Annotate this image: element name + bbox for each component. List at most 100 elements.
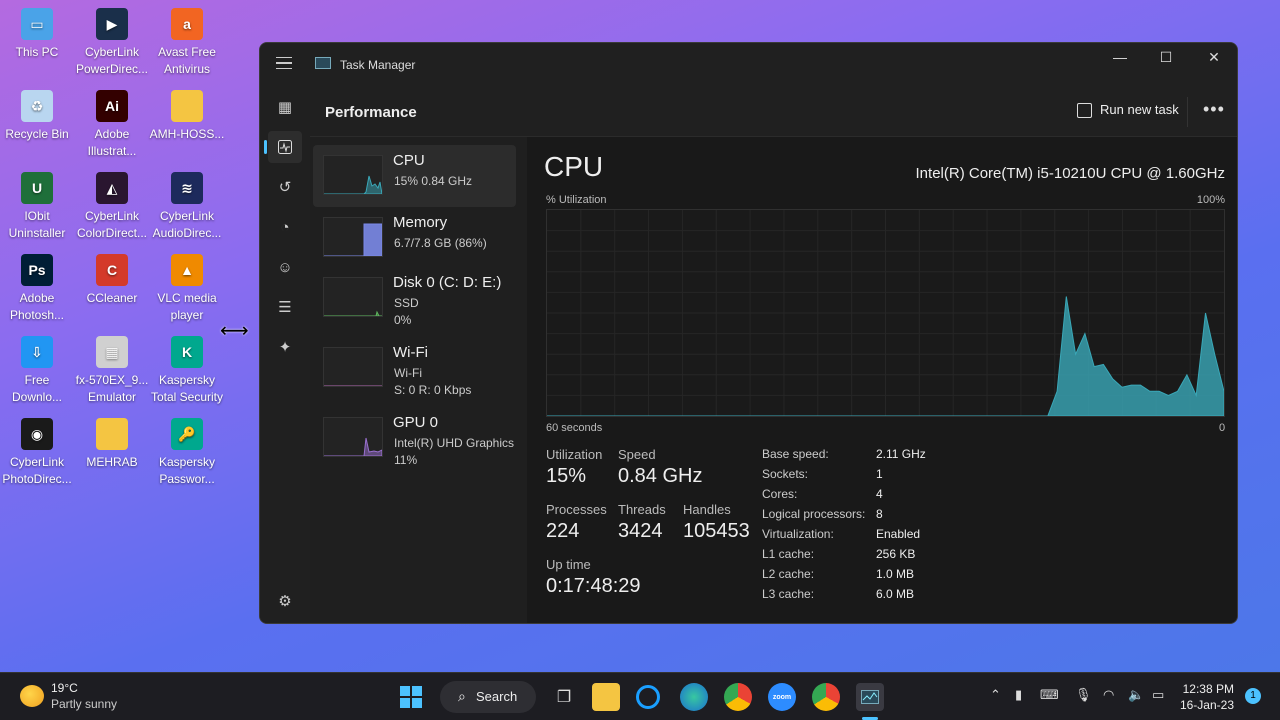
microphone-icon[interactable]: 🎙 xyxy=(1075,687,1092,703)
threads-label: Threads xyxy=(618,502,666,517)
processes-value: 224 xyxy=(546,520,580,542)
desktop-icon-label: CyberLink AudioDirec... xyxy=(152,209,222,240)
weather-temp[interactable]: 19°C xyxy=(51,681,78,695)
cortana-icon[interactable] xyxy=(636,685,660,709)
weather-icon[interactable] xyxy=(20,685,44,707)
device-item-gpu[interactable]: GPU 0 Intel(R) UHD Graphics 11% xyxy=(313,407,516,469)
file-explorer-icon[interactable] xyxy=(592,683,620,711)
threads-value: 3424 xyxy=(618,520,663,542)
minimize-button[interactable]: — xyxy=(1097,43,1143,73)
task-manager-app-icon xyxy=(315,57,331,69)
cpu-model: Intel(R) Core(TM) i5-10210U CPU @ 1.60GH… xyxy=(915,165,1225,182)
desktop-icon[interactable]: ▭ This PC xyxy=(0,4,76,61)
desktop-icon[interactable]: ◉ CyberLink PhotoDirec... xyxy=(0,414,76,488)
zero-axis-label: 0 xyxy=(1219,422,1226,434)
processes-icon[interactable]: ▦ xyxy=(268,91,302,123)
task-manager-taskbar-icon[interactable] xyxy=(856,683,884,711)
desktop-icon[interactable]: U IObit Uninstaller xyxy=(0,168,76,242)
desktop-icon[interactable]: ▶ CyberLink PowerDirec... xyxy=(73,4,151,78)
hamburger-menu-icon[interactable] xyxy=(276,57,292,69)
users-icon[interactable]: ☺ xyxy=(268,251,302,283)
chrome-icon[interactable] xyxy=(724,683,752,711)
desktop: ▭ This PC ▶ CyberLink PowerDirec... a Avast F… xyxy=(0,0,240,660)
app-icon: Ai xyxy=(96,90,128,122)
close-button[interactable]: ✕ xyxy=(1191,43,1237,73)
spec-value: 2.11 GHz xyxy=(876,447,926,461)
desktop-icon[interactable]: K Kaspersky Total Security xyxy=(148,332,226,406)
device-detail: SSD xyxy=(394,296,419,310)
device-detail-2: 0% xyxy=(394,313,412,327)
settings-icon[interactable]: ⚙ xyxy=(268,585,302,617)
spec-label: L2 cache: xyxy=(762,567,815,581)
desktop-icon[interactable]: Ps Adobe Photosh... xyxy=(0,250,76,324)
spec-label: Logical processors: xyxy=(762,507,866,521)
device-mini-graph xyxy=(323,155,383,195)
device-name: Wi-Fi xyxy=(393,344,428,361)
app-icon: C xyxy=(96,254,128,286)
device-item-memory[interactable]: Memory 6.7/7.8 GB (86%) xyxy=(313,207,516,269)
app-icon: ▲ xyxy=(171,254,203,286)
app-icon: ≋ xyxy=(171,172,203,204)
device-item-cpu[interactable]: CPU 15% 0.84 GHz xyxy=(313,145,516,207)
cpu-chart-svg xyxy=(547,210,1225,417)
app-icon xyxy=(171,90,203,122)
chrome-profile-icon[interactable] xyxy=(812,683,840,711)
device-detail: 15% 0.84 GHz xyxy=(394,174,473,188)
desktop-icon-label: IObit Uninstaller xyxy=(8,209,66,240)
handles-label: Handles xyxy=(683,502,731,517)
device-item-wi-fi[interactable]: Wi-Fi Wi-Fi S: 0 R: 0 Kbps xyxy=(313,337,516,399)
app-icon: ♻ xyxy=(21,90,53,122)
title-bar[interactable]: Task Manager — ☐ ✕ xyxy=(260,43,1237,87)
desktop-icon[interactable]: AMH-HOSS... xyxy=(148,86,226,143)
desktop-icon[interactable]: ◭ CyberLink ColorDirect... xyxy=(73,168,151,242)
desktop-icon[interactable]: ⇩ Free Downlo... xyxy=(0,332,76,406)
desktop-icon[interactable]: MEHRAB xyxy=(73,414,151,471)
taskbar-search-button[interactable]: Search xyxy=(440,681,536,713)
startup-apps-icon[interactable]: ◔ xyxy=(268,211,302,243)
desktop-icon[interactable]: 🔑 Kaspersky Passwor... xyxy=(148,414,226,488)
clock[interactable]: 12:38 PM 16-Jan-23 xyxy=(1180,681,1234,713)
weather-desc[interactable]: Partly sunny xyxy=(51,697,117,711)
desktop-icon-label: Recycle Bin xyxy=(5,127,69,141)
task-view-icon[interactable]: ❐ xyxy=(550,683,578,711)
start-button[interactable] xyxy=(397,683,425,711)
details-icon[interactable]: ☰ xyxy=(268,291,302,323)
desktop-icon-label: AMH-HOSS... xyxy=(149,127,225,141)
performance-icon[interactable] xyxy=(264,131,302,163)
show-hidden-icons-icon[interactable]: ⌃ xyxy=(990,687,1001,703)
services-icon[interactable]: ✦ xyxy=(268,331,302,363)
desktop-icon[interactable]: ♻ Recycle Bin xyxy=(0,86,76,143)
app-icon: K xyxy=(171,336,203,368)
zoom-icon[interactable]: zoom xyxy=(768,683,796,711)
utilization-label: Utilization xyxy=(546,447,603,462)
desktop-icon-label: MEHRAB xyxy=(86,455,138,469)
desktop-icon[interactable]: ▦ fx-570EX_9... Emulator xyxy=(73,332,151,406)
desktop-icon[interactable]: ≋ CyberLink AudioDirec... xyxy=(148,168,226,242)
device-detail: Intel(R) UHD Graphics xyxy=(394,436,515,450)
clock-time: 12:38 PM xyxy=(1182,682,1234,696)
edge-icon[interactable] xyxy=(680,683,708,711)
run-new-task-button[interactable]: Run new task xyxy=(1100,102,1179,117)
notification-badge[interactable]: 1 xyxy=(1245,688,1261,704)
more-options-button[interactable]: ••• xyxy=(1203,99,1225,120)
spec-value: 8 xyxy=(876,507,883,521)
search-icon: ⌕ xyxy=(458,688,466,704)
spec-value: Enabled xyxy=(876,527,921,541)
desktop-icon[interactable]: ▲ VLC media player xyxy=(148,250,226,324)
app-history-icon[interactable]: ↺ xyxy=(268,171,302,203)
desktop-icon[interactable]: Ai Adobe Illustrat... xyxy=(73,86,151,160)
maximize-button[interactable]: ☐ xyxy=(1143,43,1189,73)
cpu-utilization-chart xyxy=(546,209,1225,417)
desktop-icon-label: CyberLink ColorDirect... xyxy=(76,209,147,240)
wifi-icon[interactable]: ◠ xyxy=(1103,687,1114,703)
volume-icon[interactable]: 🔈 xyxy=(1128,687,1144,703)
device-item-disk[interactable]: Disk 0 (C: D: E:) SSD 0% xyxy=(313,267,516,329)
battery-icon[interactable]: ▭ xyxy=(1152,687,1164,703)
app-icon: U xyxy=(21,172,53,204)
desktop-icon[interactable]: a Avast Free Antivirus xyxy=(148,4,226,78)
device-icon[interactable]: ▮ xyxy=(1015,687,1022,703)
device-detail-2: 11% xyxy=(394,453,418,467)
keyboard-icon[interactable]: ⌨ xyxy=(1040,687,1059,703)
desktop-icon[interactable]: C CCleaner xyxy=(73,250,151,307)
resize-cursor-icon: ⟷ xyxy=(220,320,249,342)
